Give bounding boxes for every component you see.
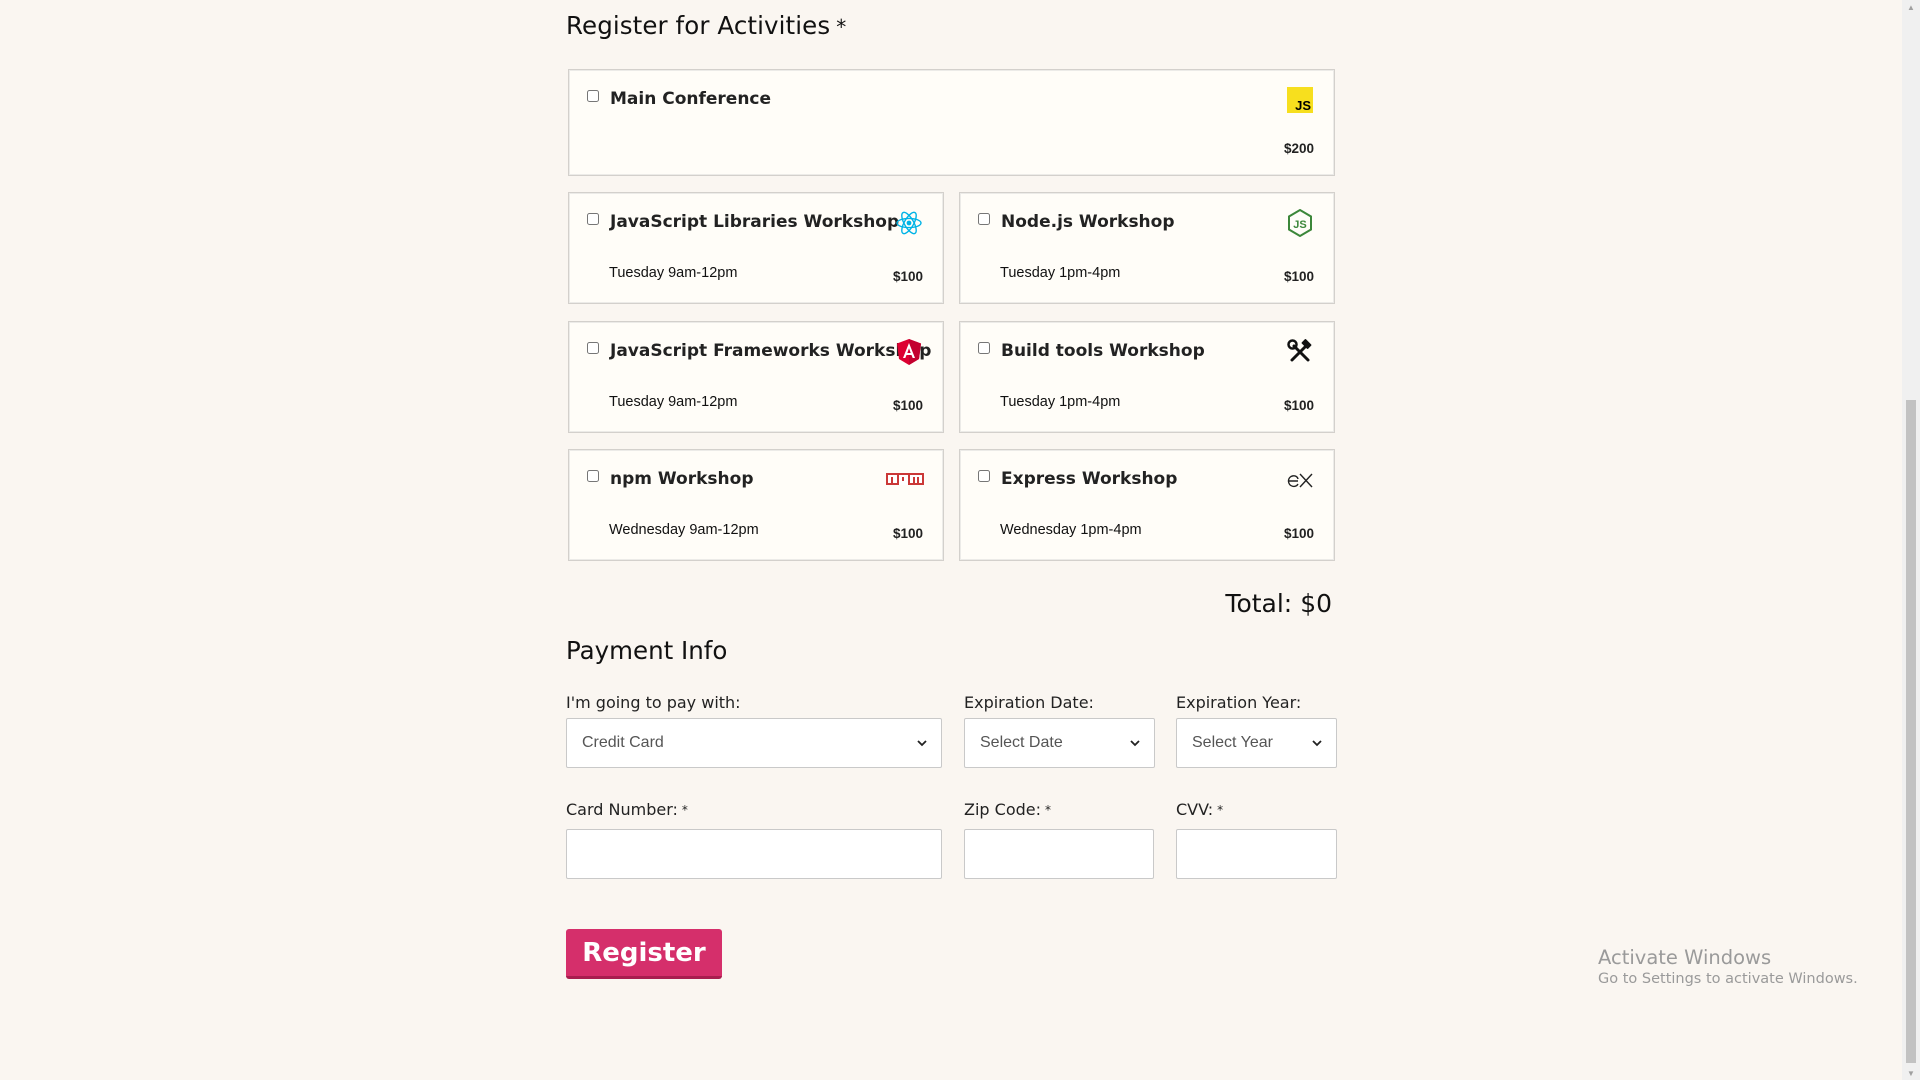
activity-price: $100 — [1283, 269, 1314, 284]
vertical-scrollbar[interactable]: ▲ ▼ — [1902, 0, 1920, 1080]
payment-method-select[interactable]: Credit Card — [566, 718, 942, 768]
watermark-subtitle: Go to Settings to activate Windows. — [1598, 971, 1858, 987]
activity-time: Wednesday 9am-12pm — [609, 522, 759, 538]
cvv-input[interactable] — [1176, 829, 1337, 879]
page: Register for Activities * Main Conference… — [0, 0, 1920, 1080]
activity-checkbox-npm[interactable] — [587, 470, 599, 482]
required-marker: * — [836, 15, 847, 39]
activity-time: Tuesday 1pm-4pm — [1000, 394, 1121, 410]
activity-price: $100 — [1283, 526, 1314, 541]
required-marker: * — [1217, 803, 1224, 817]
expiration-year-value: Select Year — [1192, 734, 1273, 751]
activity-card-js-libraries[interactable]: JavaScript Libraries Workshop Tuesday 9a… — [568, 192, 944, 304]
activity-time: Tuesday 1pm-4pm — [1000, 265, 1121, 281]
chevron-down-icon — [1130, 740, 1140, 747]
activity-checkbox-js-frameworks[interactable] — [587, 342, 599, 354]
zip-code-label: Zip Code: * — [964, 800, 1051, 819]
chevron-down-icon — [1312, 740, 1322, 747]
npm-icon — [885, 466, 925, 494]
activity-title: Build tools Workshop — [1001, 341, 1205, 361]
activity-checkbox-express[interactable] — [978, 470, 990, 482]
react-icon — [895, 209, 923, 237]
activity-title: Node.js Workshop — [1001, 212, 1175, 232]
zip-code-input[interactable] — [964, 829, 1154, 879]
activity-title: Express Workshop — [1001, 469, 1178, 489]
activity-card-main-conference[interactable]: Main Conference JS $200 — [568, 69, 1335, 176]
activity-title: Main Conference — [610, 89, 772, 109]
activity-title: JavaScript Libraries Workshop — [610, 212, 900, 232]
activity-card-express[interactable]: Express Workshop Wednesday 1pm-4pm $100 — [959, 449, 1335, 561]
scrollbar-thumb[interactable] — [1906, 400, 1916, 1063]
activity-time: Wednesday 1pm-4pm — [1000, 522, 1142, 538]
activity-time: Tuesday 9am-12pm — [609, 394, 738, 410]
chevron-down-icon — [917, 740, 927, 747]
activity-card-nodejs[interactable]: Node.js Workshop JS Tuesday 1pm-4pm $100 — [959, 192, 1335, 304]
activity-checkbox-nodejs[interactable] — [978, 213, 990, 225]
register-button[interactable]: Register — [566, 929, 722, 979]
svg-text:JS: JS — [1295, 98, 1311, 113]
required-marker: * — [1045, 803, 1051, 817]
activity-checkbox-build-tools[interactable] — [978, 342, 990, 354]
activity-card-js-frameworks[interactable]: JavaScript Frameworks Workshop Tuesday 9… — [568, 321, 944, 433]
activity-price: $100 — [892, 269, 923, 284]
activity-card-npm[interactable]: npm Workshop Wednesday 9am-12pm $100 — [568, 449, 944, 561]
card-number-label: Card Number: * — [566, 800, 688, 819]
scroll-down-arrow-icon[interactable]: ▼ — [1906, 1068, 1916, 1078]
angular-icon — [895, 338, 923, 366]
activity-price: $100 — [892, 398, 923, 413]
activities-heading: Register for Activities * — [566, 11, 847, 40]
watermark-title: Activate Windows — [1598, 946, 1772, 969]
activity-card-build-tools[interactable]: Build tools Workshop Tuesday 1pm-4pm $10… — [959, 321, 1335, 433]
card-number-input[interactable] — [566, 829, 942, 879]
payment-method-label: I'm going to pay with: — [566, 693, 741, 712]
required-marker: * — [681, 803, 688, 817]
svg-text:JS: JS — [1293, 219, 1306, 231]
total-cost: Total: $0 — [1225, 589, 1332, 618]
windows-activation-watermark: Activate Windows Go to Settings to activ… — [1598, 946, 1858, 987]
activity-checkbox-js-libraries[interactable] — [587, 213, 599, 225]
expiration-year-select[interactable]: Select Year — [1176, 718, 1337, 768]
expiration-date-label: Expiration Date: — [964, 693, 1094, 712]
express-icon — [1286, 466, 1314, 494]
activity-price: $200 — [1283, 141, 1314, 156]
hammer-wrench-icon — [1286, 338, 1314, 366]
activity-checkbox-main-conference[interactable] — [587, 90, 599, 102]
payment-method-value: Credit Card — [582, 734, 664, 751]
cvv-label: CVV: * — [1176, 800, 1224, 819]
activity-price: $100 — [1283, 398, 1314, 413]
expiration-year-label: Expiration Year: — [1176, 693, 1302, 712]
scroll-up-arrow-icon[interactable]: ▲ — [1906, 2, 1916, 12]
expiration-date-select[interactable]: Select Date — [964, 718, 1155, 768]
activity-title: npm Workshop — [610, 469, 754, 489]
activity-title: JavaScript Frameworks Workshop — [610, 341, 932, 361]
nodejs-icon: JS — [1286, 209, 1314, 237]
javascript-icon: JS — [1286, 86, 1314, 114]
payment-heading: Payment Info — [566, 636, 728, 665]
activity-time: Tuesday 9am-12pm — [609, 265, 738, 281]
activity-price: $100 — [892, 526, 923, 541]
expiration-date-value: Select Date — [980, 734, 1063, 751]
